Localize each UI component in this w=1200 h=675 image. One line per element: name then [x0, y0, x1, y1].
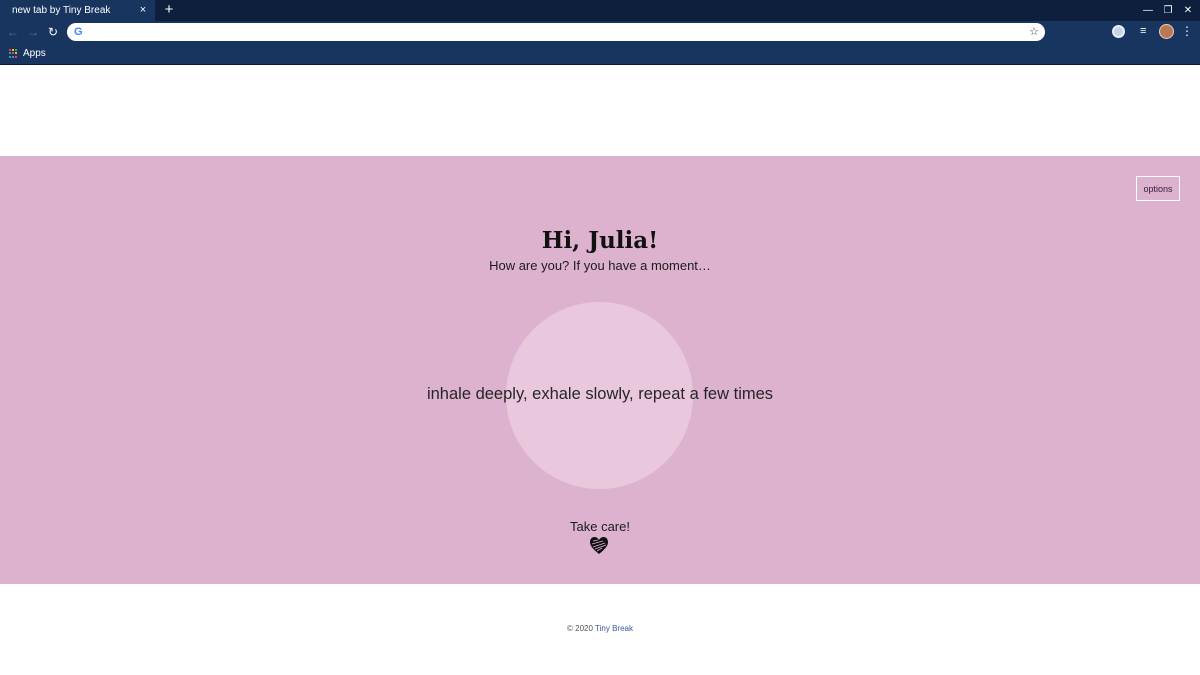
chrome-divider: [0, 64, 1200, 65]
minimize-icon[interactable]: —: [1139, 0, 1157, 21]
heart-icon: [590, 537, 608, 554]
kebab-menu-icon[interactable]: ⋮: [1181, 25, 1193, 38]
close-window-icon[interactable]: ✕: [1179, 0, 1197, 21]
footer: © 2020 Tiny Break: [0, 624, 1200, 633]
extension-shield-icon[interactable]: [1112, 25, 1125, 38]
reload-icon[interactable]: ↻: [45, 21, 61, 43]
tab-active[interactable]: new tab by Tiny Break ×: [0, 0, 155, 21]
google-icon: G: [74, 26, 83, 38]
omnibox[interactable]: G ☆: [67, 23, 1045, 41]
greeting-heading: Hi, Julia!: [541, 227, 659, 254]
address-input[interactable]: [89, 23, 1019, 41]
restore-icon[interactable]: ❐: [1159, 0, 1177, 21]
back-icon[interactable]: ←: [5, 21, 21, 43]
breathing-panel: options Hi, Julia! How are you? If you h…: [0, 156, 1200, 584]
toolbar: ← → ↻ G ☆ ≡ ⋮: [0, 21, 1200, 43]
tab-strip: new tab by Tiny Break × + — ❐ ✕: [0, 0, 1200, 21]
new-tab-button[interactable]: +: [161, 0, 177, 21]
bookmark-star-icon[interactable]: ☆: [1029, 23, 1039, 41]
apps-grid-icon[interactable]: [9, 49, 18, 58]
breathing-instruction: inhale deeply, exhale slowly, repeat a f…: [426, 385, 774, 403]
signoff-text: Take care!: [570, 519, 630, 534]
bookmarks-bar: Apps: [0, 43, 1200, 65]
tab-title: new tab by Tiny Break: [12, 5, 111, 16]
profile-avatar[interactable]: [1159, 24, 1174, 39]
bookmark-apps[interactable]: Apps: [23, 43, 46, 64]
forward-icon[interactable]: →: [25, 21, 41, 43]
browser-chrome: new tab by Tiny Break × + — ❐ ✕ ← → ↻ G …: [0, 0, 1200, 65]
tab-close-icon[interactable]: ×: [137, 0, 149, 21]
footer-copyright: © 2020: [567, 624, 593, 633]
options-button[interactable]: options: [1136, 176, 1180, 201]
footer-brand-link[interactable]: Tiny Break: [595, 624, 633, 633]
greeting-subtitle: How are you? If you have a moment…: [489, 258, 711, 273]
media-control-icon[interactable]: ≡: [1140, 25, 1153, 38]
